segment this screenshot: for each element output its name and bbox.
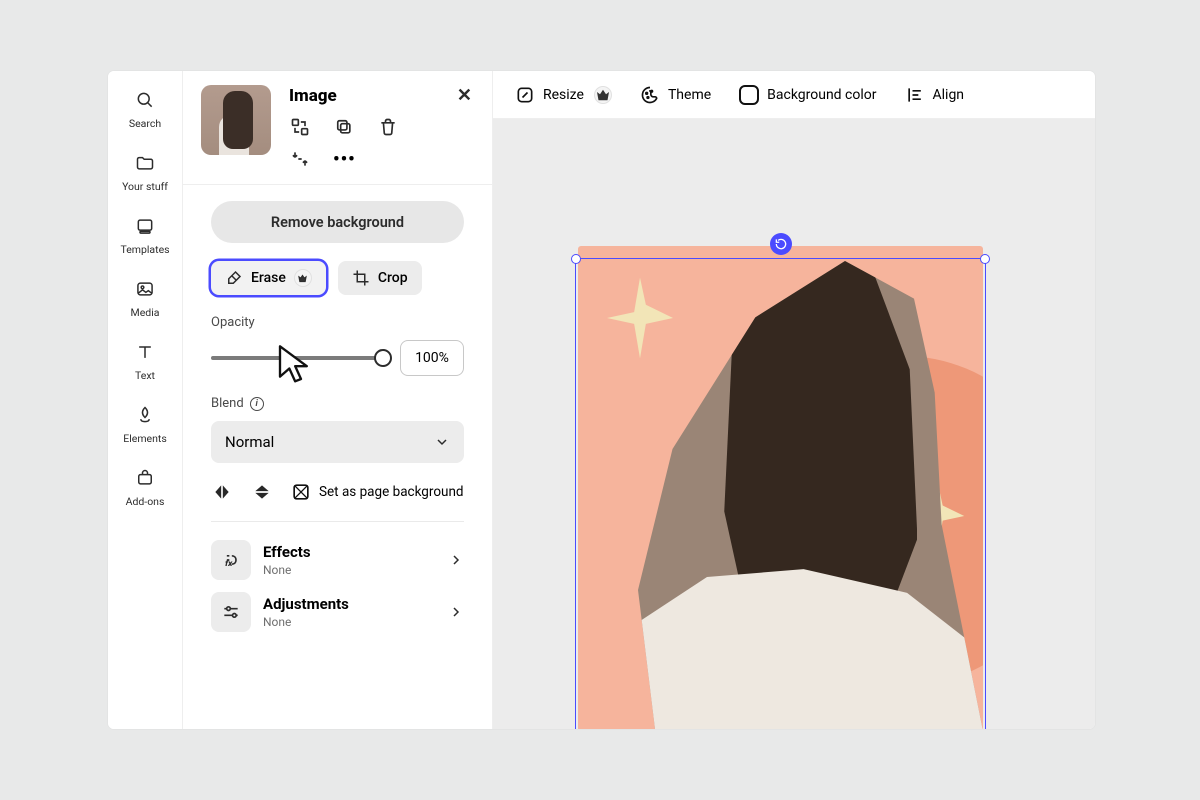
flip-vertical-icon[interactable] (251, 481, 273, 503)
elements-icon (134, 404, 156, 426)
arrange-icon[interactable] (289, 148, 311, 170)
effects-title: Effects (263, 543, 436, 561)
sidebar-label: Your stuff (122, 180, 168, 193)
erase-label: Erase (251, 270, 286, 286)
canvas-area[interactable]: Resize Theme Background color Align (493, 71, 1095, 729)
effects-row[interactable]: fx Effects None (211, 534, 464, 586)
theme-icon (640, 85, 660, 105)
sidebar-item-search[interactable]: Search (129, 89, 161, 130)
color-swatch-icon (739, 85, 759, 105)
sidebar-item-templates[interactable]: Templates (120, 215, 169, 256)
info-icon[interactable]: i (250, 397, 264, 411)
blend-label: Blend i (211, 396, 464, 411)
page-background-icon (291, 482, 311, 502)
adjustments-sub: None (263, 615, 436, 629)
sparkle-icon (596, 274, 684, 362)
set-as-page-background-button[interactable]: Set as page background (291, 482, 464, 502)
blend-value: Normal (225, 433, 274, 451)
canvas-topbar: Resize Theme Background color Align (493, 71, 1095, 119)
adjustments-icon (211, 592, 251, 632)
effects-sub: None (263, 563, 436, 577)
more-icon[interactable]: ••• (333, 149, 356, 170)
premium-badge-icon (594, 86, 612, 104)
erase-button[interactable]: Erase (211, 261, 326, 295)
sidebar-item-media[interactable]: Media (131, 278, 160, 319)
crop-icon (352, 269, 370, 287)
adjustments-row[interactable]: Adjustments None (211, 586, 464, 638)
align-icon (905, 85, 925, 105)
sidebar-label: Search (129, 117, 161, 130)
sidebar-item-text[interactable]: Text (134, 341, 156, 382)
sidebar-label: Media (131, 306, 160, 319)
blend-mode-select[interactable]: Normal (211, 421, 464, 463)
premium-badge-icon (294, 269, 312, 287)
sidebar-item-elements[interactable]: Elements (123, 404, 167, 445)
align-button[interactable]: Align (905, 85, 965, 105)
flip-horizontal-icon[interactable] (211, 481, 233, 503)
sidebar-label: Add-ons (126, 495, 165, 508)
resize-button[interactable]: Resize (515, 85, 612, 105)
effects-icon: fx (211, 540, 251, 580)
crop-button[interactable]: Crop (338, 261, 422, 295)
inspector-title: Image (289, 86, 337, 106)
divider (211, 521, 464, 522)
resize-icon (515, 85, 535, 105)
sidebar-item-addons[interactable]: Add-ons (126, 467, 165, 508)
chevron-right-icon (448, 552, 464, 568)
app-window: Search Your stuff Templates Media Text (108, 71, 1095, 729)
delete-icon[interactable] (377, 116, 399, 138)
sidebar-label: Templates (120, 243, 169, 256)
sidebar-label: Text (135, 369, 155, 382)
opacity-label: Opacity (211, 315, 464, 330)
left-sidebar: Search Your stuff Templates Media Text (108, 71, 183, 729)
folder-icon (134, 152, 156, 174)
chevron-right-icon (448, 604, 464, 620)
replace-icon[interactable] (289, 116, 311, 138)
opacity-slider[interactable] (211, 349, 386, 367)
background-color-button[interactable]: Background color (739, 85, 876, 105)
inspector-body: Remove background Erase Crop Opacity (183, 185, 492, 642)
remove-background-button[interactable]: Remove background (211, 201, 464, 243)
search-icon (134, 89, 156, 111)
sidebar-item-your-stuff[interactable]: Your stuff (122, 152, 168, 193)
addons-icon (134, 467, 156, 489)
adjustments-title: Adjustments (263, 595, 436, 613)
photo-placeholder (638, 261, 983, 729)
inspector-header: Image ✕ (183, 71, 492, 185)
duplicate-icon[interactable] (333, 116, 355, 138)
close-icon[interactable]: ✕ (457, 85, 472, 106)
sidebar-label: Elements (123, 432, 167, 445)
chevron-down-icon (434, 434, 450, 450)
image-thumbnail[interactable] (201, 85, 271, 155)
opacity-value-input[interactable]: 100% (400, 340, 464, 376)
erase-icon (225, 269, 243, 287)
theme-button[interactable]: Theme (640, 85, 711, 105)
media-icon (134, 278, 156, 300)
crop-label: Crop (378, 270, 408, 286)
text-icon (134, 341, 156, 363)
canvas-artboard[interactable] (578, 246, 983, 729)
inspector-panel: Image ✕ (183, 71, 493, 729)
templates-icon (134, 215, 156, 237)
svg-text:fx: fx (225, 559, 233, 569)
